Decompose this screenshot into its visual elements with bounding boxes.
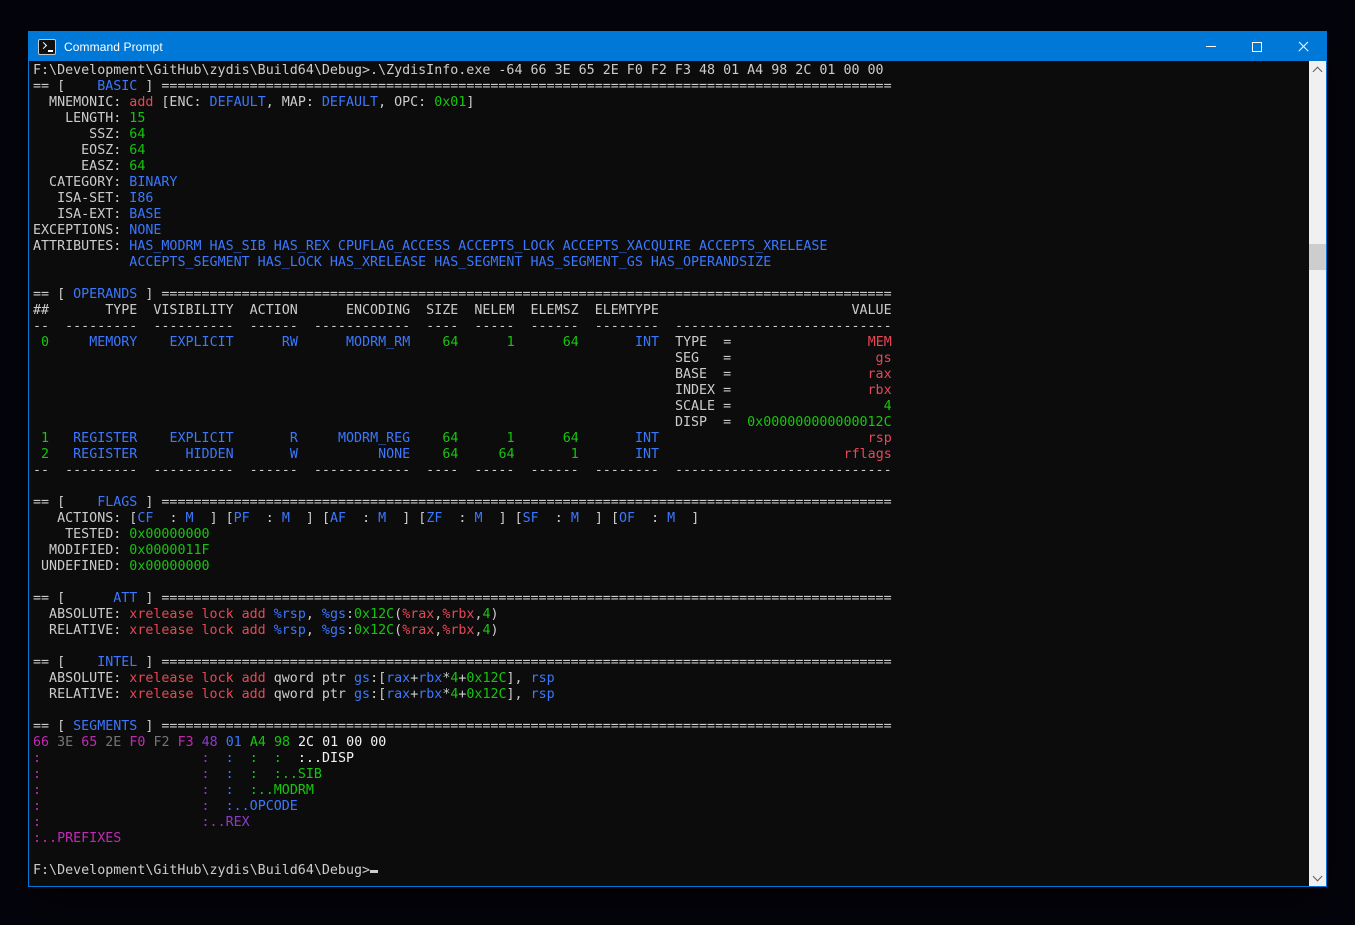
terminal-line: CATEGORY: BINARY [33,175,1309,191]
maximize-icon [1252,42,1262,52]
terminal-line: MNEMONIC: add [ENC: DEFAULT, MAP: DEFAUL… [33,95,1309,111]
terminal-line: == [ ATT ] =============================… [33,591,1309,607]
chevron-down-icon [1313,871,1323,881]
terminal-line: : : : :..MODRM [33,783,1309,799]
terminal-line: 1 REGISTER EXPLICIT R MODRM_REG 64 1 64 … [33,431,1309,447]
terminal-line: ACCEPTS_SEGMENT HAS_LOCK HAS_XRELEASE HA… [33,255,1309,271]
terminal-line: BASE = rax [33,367,1309,383]
terminal-line: ABSOLUTE: xrelease lock add %rsp, %gs:0x… [33,607,1309,623]
command-prompt-window: Command Prompt F:\Development\GitHub\zyd… [28,31,1327,887]
terminal-line: F:\Development\GitHub\zydis\Build64\Debu… [33,63,1309,79]
minimize-icon [1206,46,1216,47]
caption-buttons [1188,32,1326,61]
terminal-line: : : :..OPCODE [33,799,1309,815]
terminal-line: : : : : :..SIB [33,767,1309,783]
terminal-line: RELATIVE: xrelease lock add %rsp, %gs:0x… [33,623,1309,639]
terminal-line: == [ FLAGS ] ===========================… [33,495,1309,511]
terminal-line: ISA-SET: I86 [33,191,1309,207]
title-bar[interactable]: Command Prompt [29,32,1326,61]
terminal-line: == [ OPERANDS ] ========================… [33,287,1309,303]
terminal-line: -- --------- ---------- ------ ---------… [33,319,1309,335]
terminal-line [33,479,1309,495]
terminal-line: SCALE = 4 [33,399,1309,415]
terminal-line: ISA-EXT: BASE [33,207,1309,223]
close-button[interactable] [1280,32,1326,61]
terminal-line: == [ INTEL ] ===========================… [33,655,1309,671]
terminal-line: F:\Development\GitHub\zydis\Build64\Debu… [33,863,1309,879]
terminal-line: TESTED: 0x00000000 [33,527,1309,543]
terminal-line [33,703,1309,719]
terminal-line: 0 MEMORY EXPLICIT RW MODRM_RM 64 1 64 IN… [33,335,1309,351]
terminal-line: == [ SEGMENTS ] ========================… [33,719,1309,735]
terminal-output[interactable]: F:\Development\GitHub\zydis\Build64\Debu… [29,61,1309,886]
minimize-button[interactable] [1188,32,1234,61]
terminal-line: : :..REX [33,815,1309,831]
terminal-line: : : : : : :..DISP [33,751,1309,767]
terminal-line: ## TYPE VISIBILITY ACTION ENCODING SIZE … [33,303,1309,319]
scrollbar-thumb[interactable] [1309,244,1326,270]
terminal-line: 66 3E 65 2E F0 F2 F3 48 01 A4 98 2C 01 0… [33,735,1309,751]
maximize-button[interactable] [1234,32,1280,61]
terminal-line [33,639,1309,655]
terminal-line: EOSZ: 64 [33,143,1309,159]
terminal-line [33,271,1309,287]
terminal-line: ATTRIBUTES: HAS_MODRM HAS_SIB HAS_REX CP… [33,239,1309,255]
terminal-line: RELATIVE: xrelease lock add qword ptr gs… [33,687,1309,703]
terminal-line [33,847,1309,863]
terminal-line: INDEX = rbx [33,383,1309,399]
terminal-line: 2 REGISTER HIDDEN W NONE 64 64 1 INT rfl… [33,447,1309,463]
text-cursor [370,870,378,873]
chevron-up-icon [1313,66,1323,76]
terminal-line: SSZ: 64 [33,127,1309,143]
terminal-line: UNDEFINED: 0x00000000 [33,559,1309,575]
terminal-line: -- --------- ---------- ------ ---------… [33,463,1309,479]
window-title: Command Prompt [64,40,163,54]
terminal-line: EXCEPTIONS: NONE [33,223,1309,239]
terminal-line: ACTIONS: [CF : M ] [PF : M ] [AF : M ] [… [33,511,1309,527]
close-icon [1298,41,1309,52]
terminal-line: MODIFIED: 0x0000011F [33,543,1309,559]
scroll-down-button[interactable] [1309,869,1326,886]
terminal-line [33,575,1309,591]
terminal-line: == [ BASIC ] ===========================… [33,79,1309,95]
terminal-line: :..PREFIXES [33,831,1309,847]
terminal-line: ABSOLUTE: xrelease lock add qword ptr gs… [33,671,1309,687]
terminal-line: EASZ: 64 [33,159,1309,175]
cmd-app-icon [38,39,56,55]
terminal-line: SEG = gs [33,351,1309,367]
scroll-up-button[interactable] [1309,61,1326,78]
vertical-scrollbar[interactable] [1309,61,1326,886]
terminal-line: LENGTH: 15 [33,111,1309,127]
terminal-line: DISP = 0x000000000000012C [33,415,1309,431]
window-body: F:\Development\GitHub\zydis\Build64\Debu… [29,61,1326,886]
